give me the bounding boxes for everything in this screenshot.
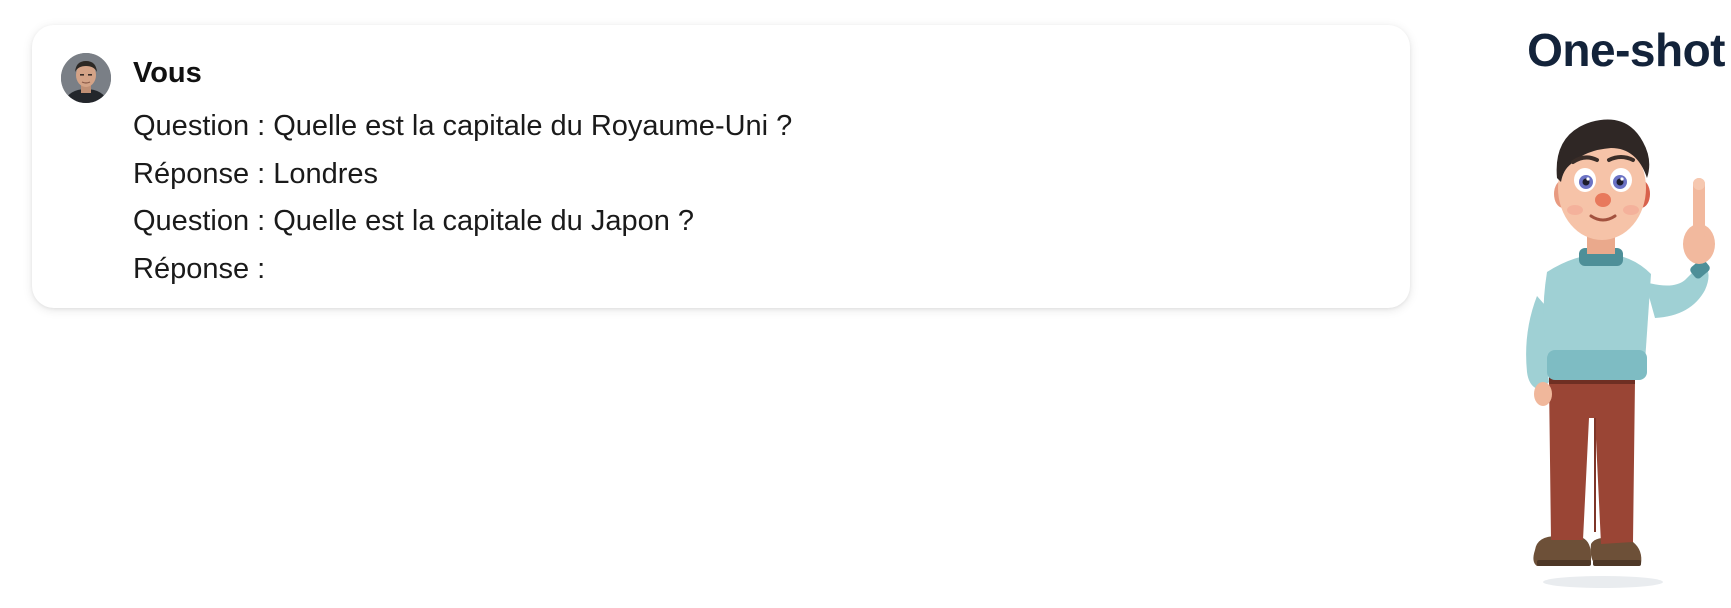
sender-name: Vous xyxy=(133,57,202,89)
message-line: Question : Quelle est la capitale du Jap… xyxy=(133,205,695,237)
message-line: Réponse : xyxy=(133,252,266,285)
section-title: One-shot xyxy=(1527,24,1725,76)
character-raising-finger-icon xyxy=(1526,119,1715,588)
message-line: Réponse : Londres xyxy=(133,157,379,190)
character-illustration xyxy=(1515,112,1731,592)
message-line: Question : Quelle est la capitale du Roy… xyxy=(133,110,793,142)
user-avatar xyxy=(61,53,111,103)
chat-message-card: Vous Question : Quelle est la capitale d… xyxy=(32,25,1410,308)
user-avatar-icon xyxy=(61,53,111,103)
message-lines: Question : Quelle est la capitale du Roy… xyxy=(133,103,792,293)
